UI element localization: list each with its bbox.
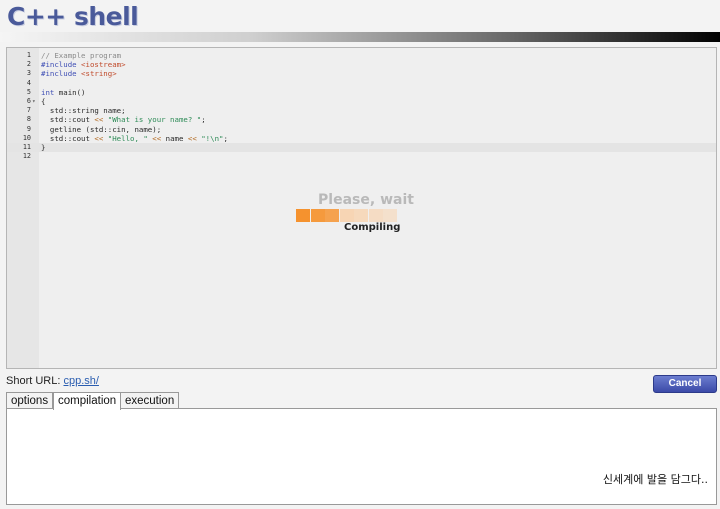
app-logo: C++ shell — [7, 2, 139, 31]
line-number: 12 — [22, 152, 31, 161]
please-wait-title: Please, wait — [318, 192, 414, 208]
code-line[interactable]: 5 int main() — [7, 88, 716, 97]
progress-segment — [310, 209, 325, 222]
short-url-label: Short URL: — [6, 375, 61, 387]
line-number: 3 — [26, 69, 31, 78]
line-number: 5 — [26, 87, 31, 96]
code-line[interactable]: 9 getline (std::cin, name); — [7, 125, 716, 134]
progress-segment — [296, 209, 310, 222]
code-text: #include <string> — [41, 69, 117, 79]
code-line[interactable]: 2 #include <iostream> — [7, 60, 716, 69]
code-line[interactable]: 11} — [7, 142, 716, 153]
cancel-button[interactable]: Cancel — [653, 375, 717, 393]
line-number: 7 — [26, 106, 31, 115]
progress-segment — [354, 209, 368, 222]
line-number: 4 — [26, 78, 31, 87]
tab-options[interactable]: options — [6, 392, 54, 409]
output-caption: 신세계에 발을 담그다.. — [602, 473, 708, 486]
short-url-link[interactable]: cpp.sh/ — [63, 375, 98, 387]
progress-segment — [368, 209, 383, 222]
compiling-status: Compiling — [344, 222, 401, 233]
output-panel: 신세계에 발을 담그다.. — [6, 408, 717, 505]
header: C++ shell — [0, 0, 720, 42]
compile-overlay: Please, wait Compiling — [293, 191, 433, 233]
code-text: // Example program — [41, 51, 122, 60]
progress-segment — [383, 209, 397, 222]
compile-progress-bar — [296, 209, 400, 222]
tab-compilation[interactable]: compilation — [53, 392, 122, 410]
code-line[interactable]: 8 std::cout << "What is your name? "; — [7, 115, 716, 124]
line-number: 6 — [26, 96, 31, 105]
code-text: } — [41, 142, 46, 152]
code-editor[interactable]: 1// Example program 2 #include <iostream> 3… — [6, 47, 717, 369]
line-number: 1 — [26, 51, 31, 59]
line-number: 8 — [26, 115, 31, 124]
code-text: std::cout << "What is your name? "; — [41, 115, 206, 125]
header-gradient-bar — [0, 32, 720, 42]
code-line[interactable]: 3 #include <string> — [7, 69, 716, 78]
code-text: int main() — [41, 87, 86, 97]
progress-segment — [339, 209, 354, 222]
tab-execution[interactable]: execution — [120, 392, 180, 409]
code-text: std::cout << "Hello, " << name << "!\n"; — [41, 133, 228, 143]
fold-arrow-icon[interactable]: ▾ — [32, 97, 36, 106]
code-line[interactable]: 12 — [7, 152, 716, 161]
code-line[interactable]: 6 ▾ { — [7, 97, 716, 106]
code-lines[interactable]: 1// Example program 2 #include <iostream> 3… — [7, 51, 716, 161]
code-text: #include <iostream> — [41, 60, 126, 70]
line-number: 9 — [26, 124, 31, 133]
code-text: std::string name; — [41, 106, 126, 116]
code-line[interactable]: 10 std::cout << "Hello, " << name << "!\… — [7, 134, 716, 143]
code-line[interactable]: 4 — [7, 79, 716, 88]
code-line[interactable]: 7 std::string name; — [7, 106, 716, 115]
line-number: 2 — [26, 60, 31, 69]
line-number: 10 — [22, 133, 31, 142]
short-url: Short URL: cpp.sh/ — [6, 375, 99, 387]
code-text: getline (std::cin, name); — [41, 124, 162, 134]
code-text: { — [41, 96, 46, 106]
code-line[interactable]: 1 // Example program — [7, 51, 716, 60]
line-number: 11 — [22, 142, 31, 151]
progress-segment — [325, 209, 339, 222]
